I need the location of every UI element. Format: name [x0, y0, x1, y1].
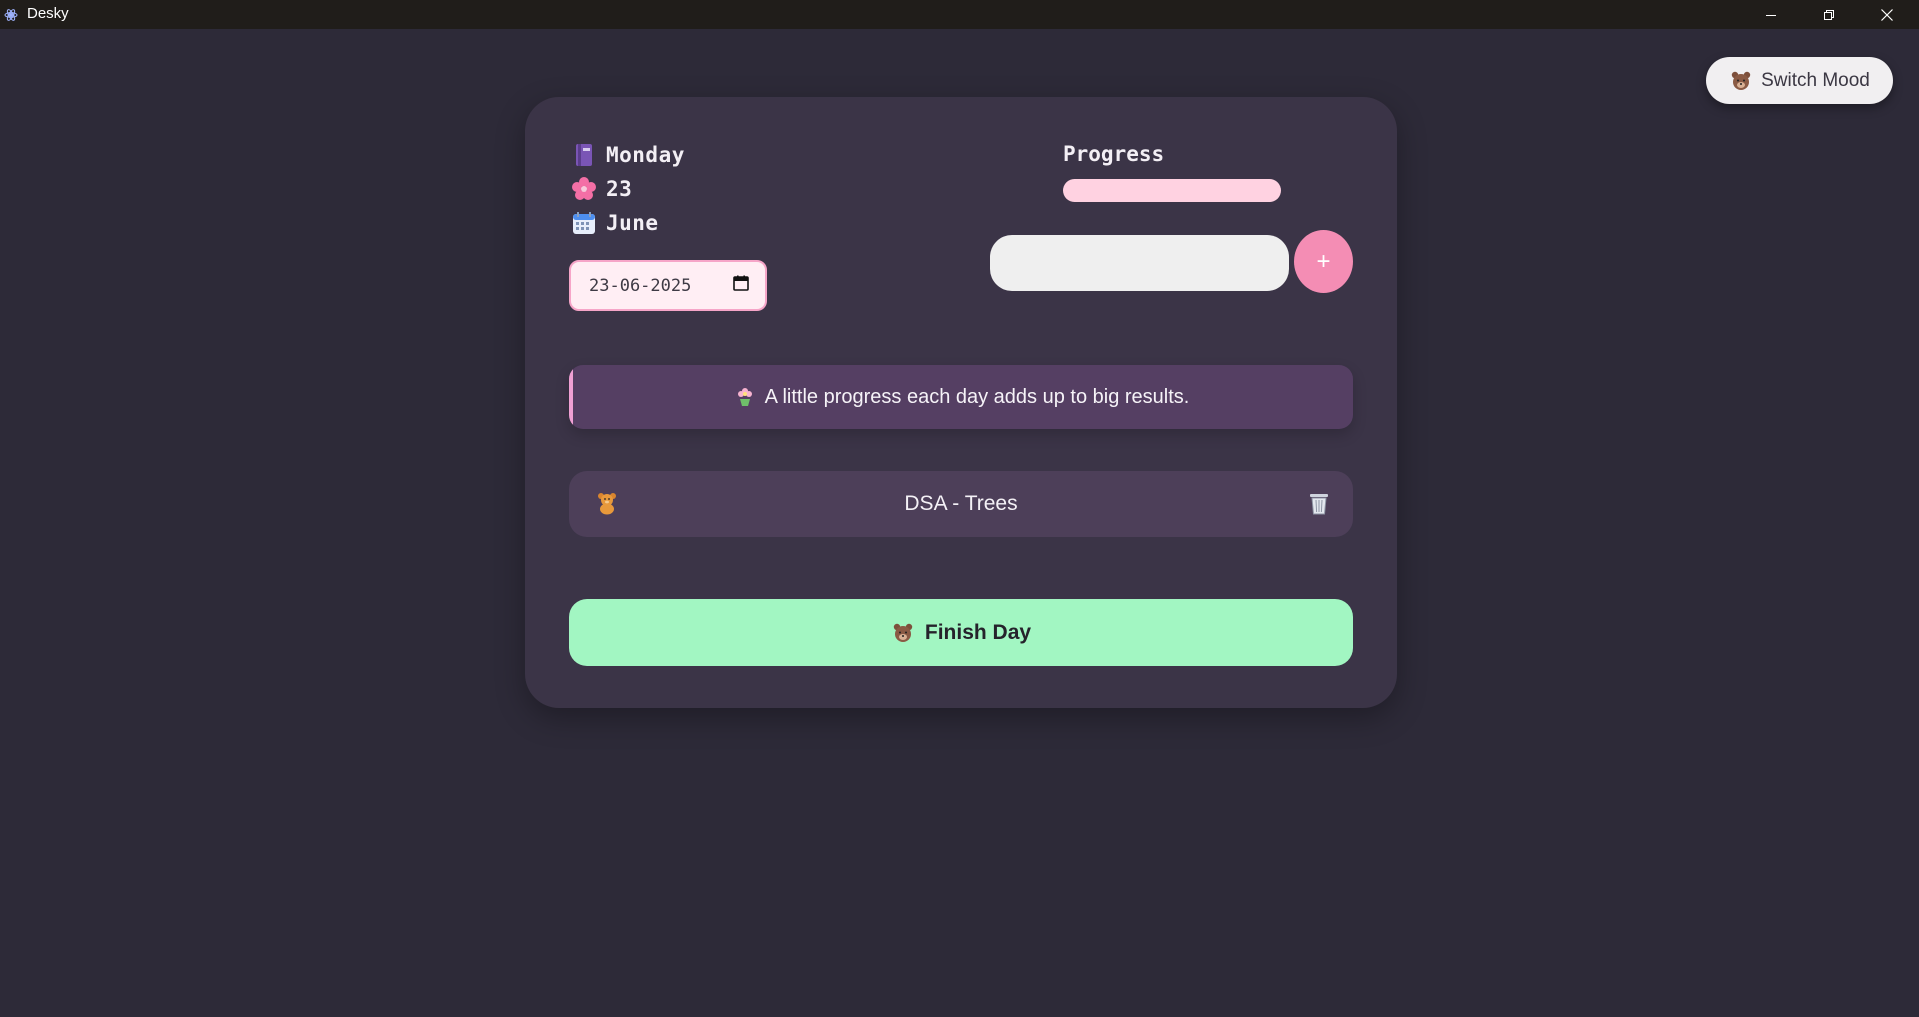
restore-icon — [1824, 9, 1834, 20]
quote-accent-bar — [569, 365, 573, 429]
restore-button[interactable] — [1800, 0, 1858, 29]
calendar-icon — [572, 211, 596, 235]
month-label: June — [606, 211, 659, 235]
date-picker-input[interactable]: 23-06-2025 — [569, 260, 767, 311]
task-text: DSA - Trees — [904, 492, 1018, 515]
minimize-icon — [1766, 14, 1776, 16]
month-row: June — [572, 211, 659, 235]
day-number-label: 23 — [606, 177, 633, 201]
close-icon — [1881, 8, 1893, 21]
bear-icon — [1729, 69, 1753, 93]
minimize-button[interactable] — [1742, 0, 1800, 29]
flower-pot-icon — [733, 385, 757, 409]
window-title: Desky — [27, 5, 69, 22]
planner-card: Monday 23 June 23-06-2025 Progress + A l… — [525, 97, 1397, 708]
progress-bar — [1063, 179, 1281, 202]
date-picker-value: 23-06-2025 — [589, 275, 692, 296]
title-bar: Desky — [0, 0, 1919, 29]
weekday-row: Monday — [572, 143, 685, 167]
finish-day-button[interactable]: Finish Day — [569, 599, 1353, 666]
close-button[interactable] — [1858, 0, 1916, 29]
new-task-input[interactable] — [990, 235, 1289, 291]
finish-day-label: Finish Day — [924, 620, 1032, 644]
switch-mood-button[interactable]: Switch Mood — [1706, 57, 1893, 104]
app-logo-icon — [4, 7, 18, 21]
task-list-item: DSA - Trees — [569, 471, 1353, 537]
day-number-row: 23 — [572, 177, 632, 201]
calendar-picker-icon[interactable] — [733, 275, 749, 296]
teddy-bear-icon — [595, 491, 619, 515]
weekday-label: Monday — [606, 143, 685, 167]
flower-icon — [572, 177, 596, 201]
notebook-icon — [572, 143, 596, 167]
add-task-button[interactable]: + — [1294, 230, 1353, 293]
bear-icon — [891, 621, 915, 645]
trash-icon[interactable] — [1307, 491, 1331, 515]
motivation-quote-banner: A little progress each day adds up to bi… — [569, 365, 1353, 429]
progress-title: Progress — [1063, 142, 1165, 166]
quote-text: A little progress each day adds up to bi… — [764, 385, 1190, 408]
switch-mood-label: Switch Mood — [1761, 69, 1870, 91]
